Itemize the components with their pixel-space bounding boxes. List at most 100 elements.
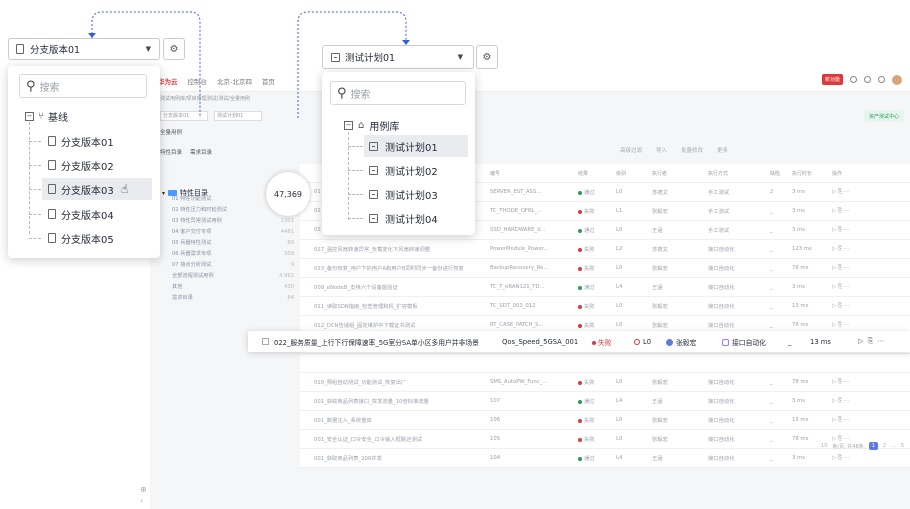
tree-root-case-library[interactable]: − ⌂ 用例库 xyxy=(344,118,399,133)
result-text: 失败 xyxy=(598,338,612,347)
avatar[interactable] xyxy=(892,74,902,85)
highlighted-table-row[interactable]: 022_服务质量_上行下行保障速率_5G室分SA单小区多用户并非场景 Qos_S… xyxy=(248,331,910,352)
branch-item-02[interactable]: 分支版本02 xyxy=(29,154,114,176)
branch-item-04[interactable]: 分支版本04 xyxy=(29,203,114,225)
collapse-icon[interactable]: − xyxy=(25,112,34,121)
page-size[interactable]: 10 xyxy=(821,443,827,449)
tab-all-cases[interactable]: 全量用例 xyxy=(160,128,182,136)
table-row[interactable]: 011_读取SDN指南_检查管理和机_扩容模板 TC_SDT_003_012 失败 L… xyxy=(300,297,910,316)
chevron-down-icon[interactable]: ▼ xyxy=(146,45,151,53)
table-row[interactable]: 001_获取商品列表接口_突发流量_10倍标准流量 107 通过 L4 王涵 接口自动化 _… xyxy=(300,392,910,411)
tree-item[interactable]: 309 06 兵器需求专项 xyxy=(160,249,300,260)
page-1[interactable]: 1 xyxy=(868,442,878,450)
plan-mini-select[interactable]: 测试计划01 xyxy=(214,111,262,121)
case-code: 105 xyxy=(490,436,501,442)
case-name[interactable]: 022_服务质量_上行下行保障速率_5G室分SA单小区多用户并非场景 xyxy=(274,337,502,347)
plan-search-input[interactable]: ⚲ 搜索 xyxy=(330,81,466,105)
new-feature-badge[interactable]: 新功能 xyxy=(821,74,843,85)
branch-settings-button[interactable]: ⚙ xyxy=(163,38,185,60)
more-button[interactable]: 更多 xyxy=(717,146,728,154)
row-actions[interactable]: ▷ ⎘ ⋯ xyxy=(832,246,872,253)
table-row[interactable] xyxy=(300,354,910,373)
tree-item-count: 430 xyxy=(284,284,294,290)
row-actions[interactable]: ▷ ⎘ ⋯ xyxy=(832,322,872,329)
plan-select[interactable]: 测试计划01 ▼ xyxy=(322,45,474,69)
expand-icon[interactable]: ⊕ xyxy=(140,485,147,494)
plan-settings-button[interactable]: ⚙ xyxy=(476,45,498,69)
result-text: 通过 xyxy=(584,228,595,234)
batch-edit-button[interactable]: 批量修改 xyxy=(681,146,703,154)
plan-item-03[interactable]: 测试计划03 xyxy=(348,183,438,205)
page-5[interactable]: 5 xyxy=(901,443,904,449)
console-link[interactable]: 控制台 xyxy=(188,76,208,86)
tree-item[interactable]: 1301 03 特性异常测试用例 xyxy=(160,216,300,227)
more-icon[interactable]: ⋯ xyxy=(877,337,884,345)
row-actions[interactable]: ▷ ⎘ ⋯ xyxy=(832,208,872,215)
branch-item-05[interactable]: 分支版本05 xyxy=(29,227,114,249)
tree-item[interactable]: 4,962 全部流程测试用例 xyxy=(160,271,300,282)
bell-icon[interactable] xyxy=(864,76,871,83)
exec-mode-text: 接口自动化 xyxy=(708,266,735,272)
case-code: TC_T_eRAN121_TD... xyxy=(490,284,545,290)
branch-item-03[interactable]: 分支版本03 xyxy=(29,178,152,200)
tree-item[interactable]: 430 其他 xyxy=(160,282,300,293)
tab-requirement[interactable]: 需求目录 xyxy=(190,148,212,156)
row-actions[interactable]: ▷ ⎘ ⋯ xyxy=(832,398,872,405)
table-row[interactable]: 010_预组自动测试_功能测试_恢复出厂 SMS_AutoPW_Func_... 失… xyxy=(300,373,910,392)
copy-icon[interactable]: ⎘ xyxy=(868,337,873,345)
table-row[interactable]: 001_安全认证_口令安全_口令输入框脱还测试 105 失败 L0 张毅宏 接口自动化 _ 7… xyxy=(300,430,910,449)
tree-item[interactable]: 89 05 兵器特性测试 xyxy=(160,238,300,249)
plan-item-02[interactable]: 测试计划02 xyxy=(348,159,438,181)
chevron-right-icon[interactable]: › xyxy=(140,496,143,505)
table-row[interactable]: 001_数据注入_系统重启 106 失败 L0 张毅宏 接口自动化 _ 13 ms ▷ ⎘ ⋯ xyxy=(300,411,910,430)
filter-button[interactable]: 高级过滤 xyxy=(620,146,642,154)
table-row[interactable]: 009_eNodeB_支持六个设备能验证 TC_T_eRAN121_TD... 通过… xyxy=(300,278,910,297)
row-actions[interactable]: ▷ ⎘ ⋯ xyxy=(832,265,872,272)
home-link[interactable]: 首页 xyxy=(262,76,275,86)
row-actions[interactable]: ▷ ⎘ ⋯ xyxy=(832,455,872,462)
row-actions[interactable]: ▷ ⎘ ⋯ xyxy=(832,379,872,386)
brand-logo[interactable]: 华为云 xyxy=(158,76,178,86)
row-actions[interactable]: ▷ ⎘ ⋯ xyxy=(832,303,872,310)
help-icon[interactable] xyxy=(878,76,885,83)
row-actions[interactable]: ▷ ⎘ ⋯ xyxy=(832,227,872,234)
status-dot-icon xyxy=(578,247,582,252)
row-actions[interactable]: ▷ ⎘ ⋯ xyxy=(832,189,872,196)
tree-item[interactable]: 9 07 接点分析测试 xyxy=(160,260,300,271)
level-text: L2 xyxy=(616,246,623,252)
executor-name: 苏德文 xyxy=(652,190,668,196)
run-icon[interactable]: ▷ xyxy=(858,337,863,345)
row-actions[interactable]: ▷ ⎘ ⋯ xyxy=(832,284,872,291)
branch-select[interactable]: 分支版本01 ▼ xyxy=(8,38,160,60)
table-row[interactable]: 001_获取商品列表_200并发 104 通过 L4 王涵 接口自动化 _ 3 ms ▷ ⎘ ⋯ xyxy=(300,449,910,468)
plan-item-01[interactable]: 测试计划01 xyxy=(348,135,468,157)
page-2[interactable]: 2 xyxy=(883,443,886,449)
duration: 3 ms xyxy=(792,284,805,290)
table-row[interactable]: 027_温控风扇转速异常_负载变化下风扇转速调整 PowerModule_Powe… xyxy=(300,240,910,259)
exec-mode-text: 接口自动化 xyxy=(708,304,735,310)
branch-search-input[interactable]: ⚲ 搜索 xyxy=(19,74,147,98)
import-button[interactable]: 导入 xyxy=(656,146,667,154)
level-text: L0 xyxy=(616,265,623,271)
plan-icon xyxy=(331,52,340,62)
row-actions[interactable]: ▷ ⎘ ⋯ xyxy=(832,417,872,424)
branch-item-01[interactable]: 分支版本01 xyxy=(29,130,114,152)
search-icon[interactable] xyxy=(850,76,857,83)
tab-feature[interactable]: 特性目录 xyxy=(160,148,182,156)
defect-count: _ xyxy=(770,455,773,461)
branch-mini-select[interactable]: 分支版本01 xyxy=(160,111,208,121)
table-row[interactable]: 023_备份恢复_用户下的用户A和用户B同时同步一备份进行恢复 BackupRec… xyxy=(300,259,910,278)
caret-down-icon[interactable]: ▾ xyxy=(162,190,165,197)
collapse-icon[interactable]: − xyxy=(344,121,353,130)
status-dot-icon xyxy=(578,323,582,328)
plan-item-04[interactable]: 测试计划04 xyxy=(348,207,438,229)
tree-item[interactable]: 84 需求目录 xyxy=(160,293,300,304)
chevron-down-icon[interactable]: ▼ xyxy=(458,53,463,61)
result-text: 通过 xyxy=(584,399,595,405)
branch-dropdown-panel: ⚲ 搜索 − ⑂ 基线 分支版本01 分支版本02 分支版本03 分支版本04 … xyxy=(8,66,160,258)
row-checkbox[interactable] xyxy=(262,338,269,345)
asset-center-button[interactable]: 资产测试中心 xyxy=(863,110,904,122)
tree-item[interactable]: 4481 04 客户交付专项 xyxy=(160,227,300,238)
tree-root-baseline[interactable]: − ⑂ 基线 xyxy=(25,109,68,124)
region-select[interactable]: 北京-北京四 xyxy=(217,76,252,86)
